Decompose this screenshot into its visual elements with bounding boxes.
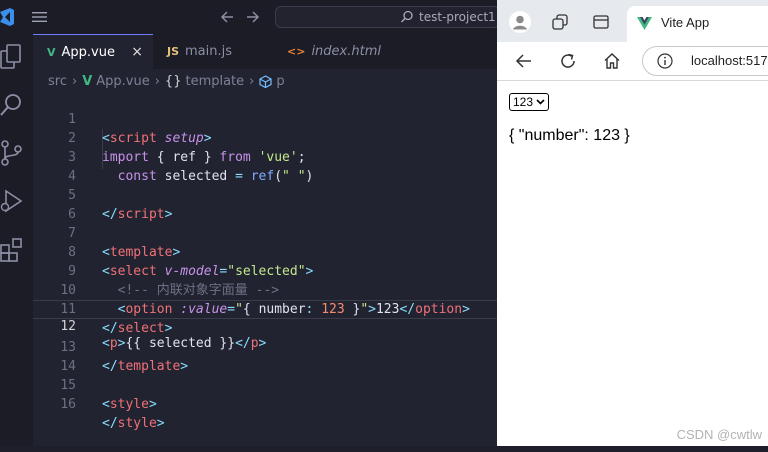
code-line: 15 <style> — [60, 378, 157, 412]
code-line: 6 — [68, 207, 76, 222]
tab-index-html[interactable]: <> index.html — [273, 34, 393, 69]
tab-actions-icon[interactable] — [593, 14, 609, 30]
back-arrow-icon[interactable] — [515, 52, 533, 70]
refresh-icon[interactable] — [559, 52, 577, 70]
code-line: 4 — [68, 169, 76, 184]
vscode-logo-icon — [0, 8, 14, 26]
browser-window: Vite App localhost:5173 123 {"number": … — [497, 0, 768, 446]
code-line: 7 <template> — [68, 226, 181, 260]
chevron-right-icon: › — [249, 73, 255, 89]
search-sidebar-icon[interactable] — [0, 92, 24, 118]
chevron-down-icon — [536, 99, 545, 105]
code-line: 3 const selected = ref(" ") — [68, 150, 314, 184]
close-tab-icon[interactable]: × — [131, 44, 143, 60]
browser-tab-title: Vite App — [661, 15, 710, 30]
tab-app-vue[interactable]: V App.vue × — [33, 34, 153, 69]
run-debug-icon[interactable] — [0, 188, 24, 214]
vue-logo-icon — [637, 17, 652, 30]
title-bar: test-project1 — [0, 0, 500, 34]
home-icon[interactable] — [603, 52, 621, 70]
code-line: 1 <script setup> — [68, 112, 212, 146]
code-line: 16 </style> — [60, 397, 165, 431]
breadcrumb-item-template[interactable]: template — [185, 74, 244, 89]
page-viewport: 123 { "number": 123 } — [497, 81, 768, 446]
code-editor[interactable]: 1 <script setup> 2 import { ref } from '… — [33, 91, 497, 446]
profile-avatar-icon[interactable] — [509, 11, 531, 33]
forward-arrow-icon[interactable] — [245, 9, 261, 25]
braces-icon: {} — [164, 73, 182, 89]
browser-toolbar: localhost:5173 — [497, 42, 768, 81]
source-control-icon[interactable] — [0, 140, 24, 166]
vue-file-icon: V — [47, 45, 56, 59]
search-icon — [401, 10, 413, 23]
code-line: 10 <option :value="{ number: 123 }">123<… — [60, 283, 470, 317]
chevron-right-icon: › — [154, 73, 160, 89]
code-line: 2 import { ref } from 'vue'; — [68, 131, 306, 165]
js-file-icon: JS — [167, 45, 180, 58]
select-value: 123 — [513, 95, 534, 109]
code-line: 5 </script> — [68, 188, 173, 222]
menu-icon[interactable] — [32, 11, 47, 23]
breadcrumb-item-app-vue[interactable]: App.vue — [96, 74, 149, 89]
html-file-icon: <> — [287, 45, 306, 58]
code-line: 8 <select v-model="selected"> — [68, 245, 314, 279]
element-icon — [259, 74, 272, 88]
command-center-search[interactable]: test-project1 — [275, 6, 500, 28]
breadcrumb: src › V App.vue › {} template › p — [48, 71, 285, 91]
code-line: 13 </template> — [60, 340, 189, 374]
vue-file-icon: V — [82, 73, 93, 89]
address-bar[interactable]: localhost:5173 — [642, 46, 768, 76]
vscode-window: test-project1 V App.vue × JS main.js <> … — [0, 0, 500, 446]
number-select[interactable]: 123 — [509, 93, 550, 111]
editor-tab-bar: V App.vue × JS main.js <> index.html — [33, 34, 497, 69]
back-arrow-icon[interactable] — [219, 9, 235, 25]
code-line-current: 12 <p>{{ selected }}</p> — [33, 300, 497, 351]
browser-tab-vite-app[interactable]: Vite App — [627, 6, 768, 42]
breadcrumb-item-src[interactable]: src — [48, 74, 67, 89]
selected-output-text: { "number": 123 } — [509, 127, 630, 144]
tab-label: App.vue — [61, 44, 115, 60]
explorer-icon[interactable] — [0, 44, 24, 70]
extensions-icon[interactable] — [0, 236, 24, 262]
watermark: CSDN @cwtlw — [676, 427, 762, 442]
tab-label: index.html — [311, 44, 381, 59]
code-line: 14 — [60, 359, 76, 374]
url-text: localhost:5173 — [691, 53, 768, 68]
browser-tab-strip: Vite App — [497, 0, 768, 42]
code-line: 9 <!-- 内联对象字面量 --> — [68, 264, 280, 298]
code-line: 11 </select> — [60, 302, 173, 336]
collections-icon[interactable] — [552, 14, 568, 30]
info-icon[interactable] — [657, 53, 673, 69]
tab-label: main.js — [185, 44, 233, 59]
breadcrumb-item-p[interactable]: p — [276, 74, 284, 89]
activity-bar — [0, 34, 33, 446]
tab-main-js[interactable]: JS main.js — [153, 34, 273, 69]
chevron-right-icon: › — [71, 73, 78, 89]
search-project-name: test-project1 — [419, 10, 496, 24]
